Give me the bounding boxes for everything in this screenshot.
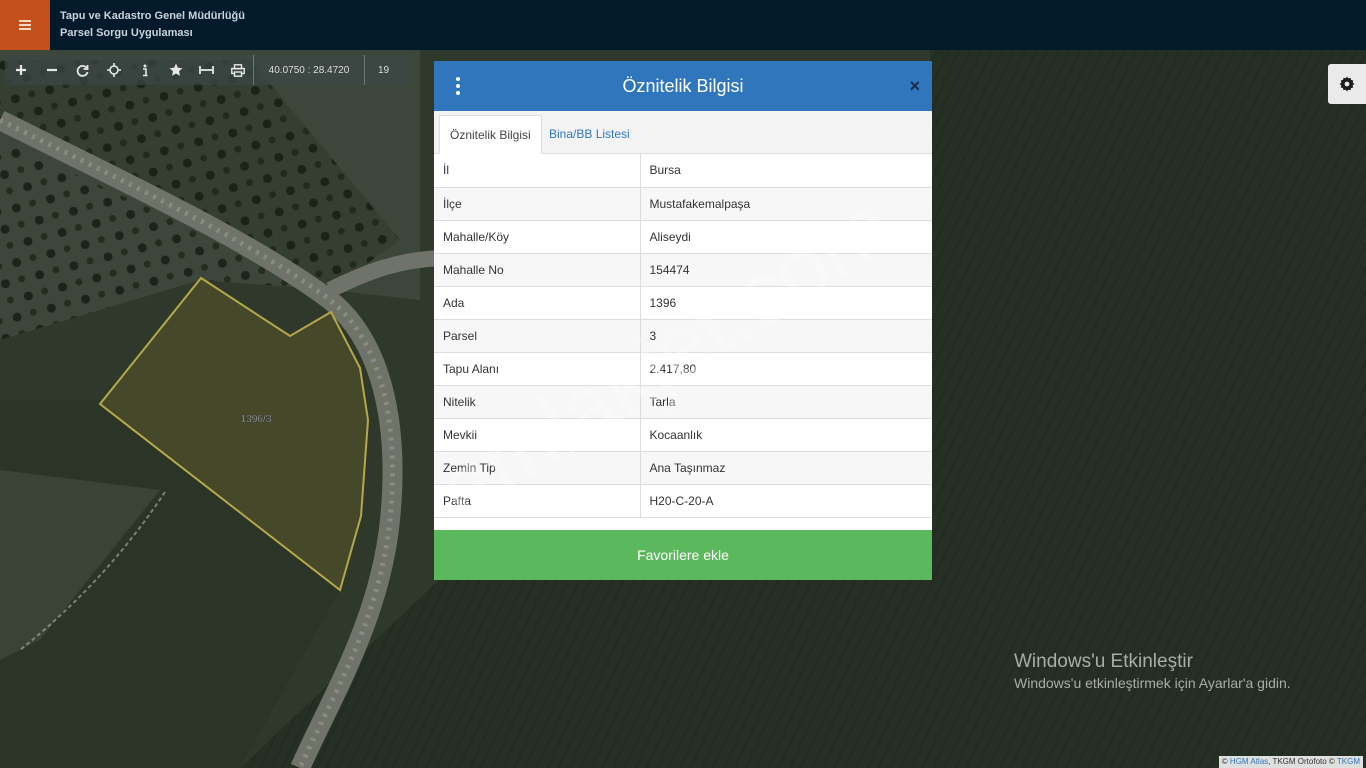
attribution-prefix: ©: [1221, 757, 1230, 766]
windows-activation-notice: Windows'u Etkinleştir Windows'u etkinleş…: [1014, 651, 1291, 691]
attribution-link-hgm[interactable]: HGM Atlas: [1230, 757, 1268, 766]
app-title: Tapu ve Kadastro Genel Müdürlüğü Parsel …: [60, 8, 245, 42]
attribute-value: Kocaanlık: [640, 418, 932, 452]
attribute-key: Nitelik: [434, 385, 641, 419]
attribute-key: Pafta: [434, 484, 641, 518]
table-row: Tapu Alanı 2.417,80: [434, 352, 932, 386]
refresh-button[interactable]: [67, 55, 98, 85]
top-bar: Tapu ve Kadastro Genel Müdürlüğü Parsel …: [0, 0, 1366, 50]
table-row: Mevkii Kocaanlık: [434, 418, 932, 452]
attribute-key: İlçe: [434, 187, 641, 221]
attribute-value: Tarla: [640, 385, 932, 419]
attribution-link-tkgm[interactable]: TKGM: [1337, 757, 1360, 766]
zoom-level-readout: 19: [377, 64, 390, 76]
attribute-key: Mevkii: [434, 418, 641, 452]
map-attribution: © HGM Atlas, TKGM Ortofoto © TKGM: [1218, 756, 1363, 768]
attribute-key: Ada: [434, 286, 641, 320]
attribute-key: Zemin Tip: [434, 451, 641, 485]
attribute-key: Mahalle No: [434, 253, 641, 287]
zoom-in-button[interactable]: [5, 55, 36, 85]
table-row: İlçe Mustafakemalpaşa: [434, 187, 932, 221]
table-row: Zemin Tip Ana Taşınmaz: [434, 451, 932, 485]
hamburger-icon: [19, 20, 31, 30]
attribute-key: İl: [434, 154, 641, 188]
tab-attribute-info[interactable]: Öznitelik Bilgisi: [439, 115, 542, 154]
info-icon: [142, 64, 147, 76]
attribute-value: 154474: [640, 253, 932, 287]
settings-button[interactable]: [1328, 64, 1366, 104]
attribute-value: H20-C-20-A: [640, 484, 932, 518]
add-to-favorites-button[interactable]: Favorilere ekle: [434, 530, 932, 580]
measure-icon: [199, 66, 214, 74]
close-icon[interactable]: ×: [909, 75, 920, 97]
app-title-line2: Parsel Sorgu Uygulaması: [60, 27, 193, 39]
zoom-out-icon: [46, 68, 57, 72]
attribution-middle: , TKGM Ortofoto ©: [1268, 757, 1337, 766]
attribute-key: Mahalle/Köy: [434, 220, 641, 254]
attribute-key: Tapu Alanı: [434, 352, 641, 386]
table-row: Pafta H20-C-20-A: [434, 484, 932, 518]
info-button[interactable]: [129, 55, 160, 85]
print-button[interactable]: [222, 55, 253, 85]
table-row: Mahalle No 154474: [434, 253, 932, 287]
table-row: Mahalle/Köy Aliseydi: [434, 220, 932, 254]
activation-subtitle: Windows'u etkinleştirmek için Ayarlar'a …: [1014, 675, 1291, 691]
panel-header: Öznitelik Bilgisi ×: [434, 61, 932, 111]
table-row: Parsel 3: [434, 319, 932, 353]
map-toolbar: 40.0750 : 28.4720 19: [5, 55, 407, 85]
attribute-value: Bursa: [640, 154, 932, 188]
panel-tabs: Öznitelik Bilgisi Bina/BB Listesi: [434, 111, 932, 154]
attribute-panel: Öznitelik Bilgisi × Öznitelik Bilgisi Bi…: [434, 61, 932, 580]
table-row: Ada 1396: [434, 286, 932, 320]
coordinate-readout: 40.0750 : 28.4720: [253, 55, 365, 85]
attribute-value: Aliseydi: [640, 220, 932, 254]
parcel-label: 1396/3: [241, 414, 272, 425]
tab-building-list[interactable]: Bina/BB Listesi: [539, 115, 640, 153]
table-row: Nitelik Tarla: [434, 385, 932, 419]
attribute-table: İl Bursa İlçe Mustafakemalpaşa Mahalle/Köy Al…: [434, 154, 932, 518]
star-icon: [169, 63, 182, 76]
app-title-line1: Tapu ve Kadastro Genel Müdürlüğü: [60, 10, 245, 22]
zoom-in-icon: [15, 65, 26, 75]
attribute-key: Parsel: [434, 319, 641, 353]
attribute-value: 1396: [640, 286, 932, 320]
attribute-value: Ana Taşınmaz: [640, 451, 932, 485]
panel-title: Öznitelik Bilgisi: [622, 76, 744, 96]
favorites-button[interactable]: [160, 55, 191, 85]
print-icon: [230, 63, 245, 77]
gear-icon: [1339, 76, 1355, 92]
attribute-value: 3: [640, 319, 932, 353]
attribute-value: 2.417,80: [640, 352, 932, 386]
locate-icon: [106, 63, 121, 77]
hamburger-menu-button[interactable]: [0, 0, 50, 50]
zoom-out-button[interactable]: [36, 55, 67, 85]
attribute-value: Mustafakemalpaşa: [640, 187, 932, 221]
activation-title: Windows'u Etkinleştir: [1014, 651, 1193, 672]
locate-button[interactable]: [98, 55, 129, 85]
measure-button[interactable]: [191, 55, 222, 85]
table-row: İl Bursa: [434, 154, 932, 188]
refresh-icon: [76, 64, 89, 77]
